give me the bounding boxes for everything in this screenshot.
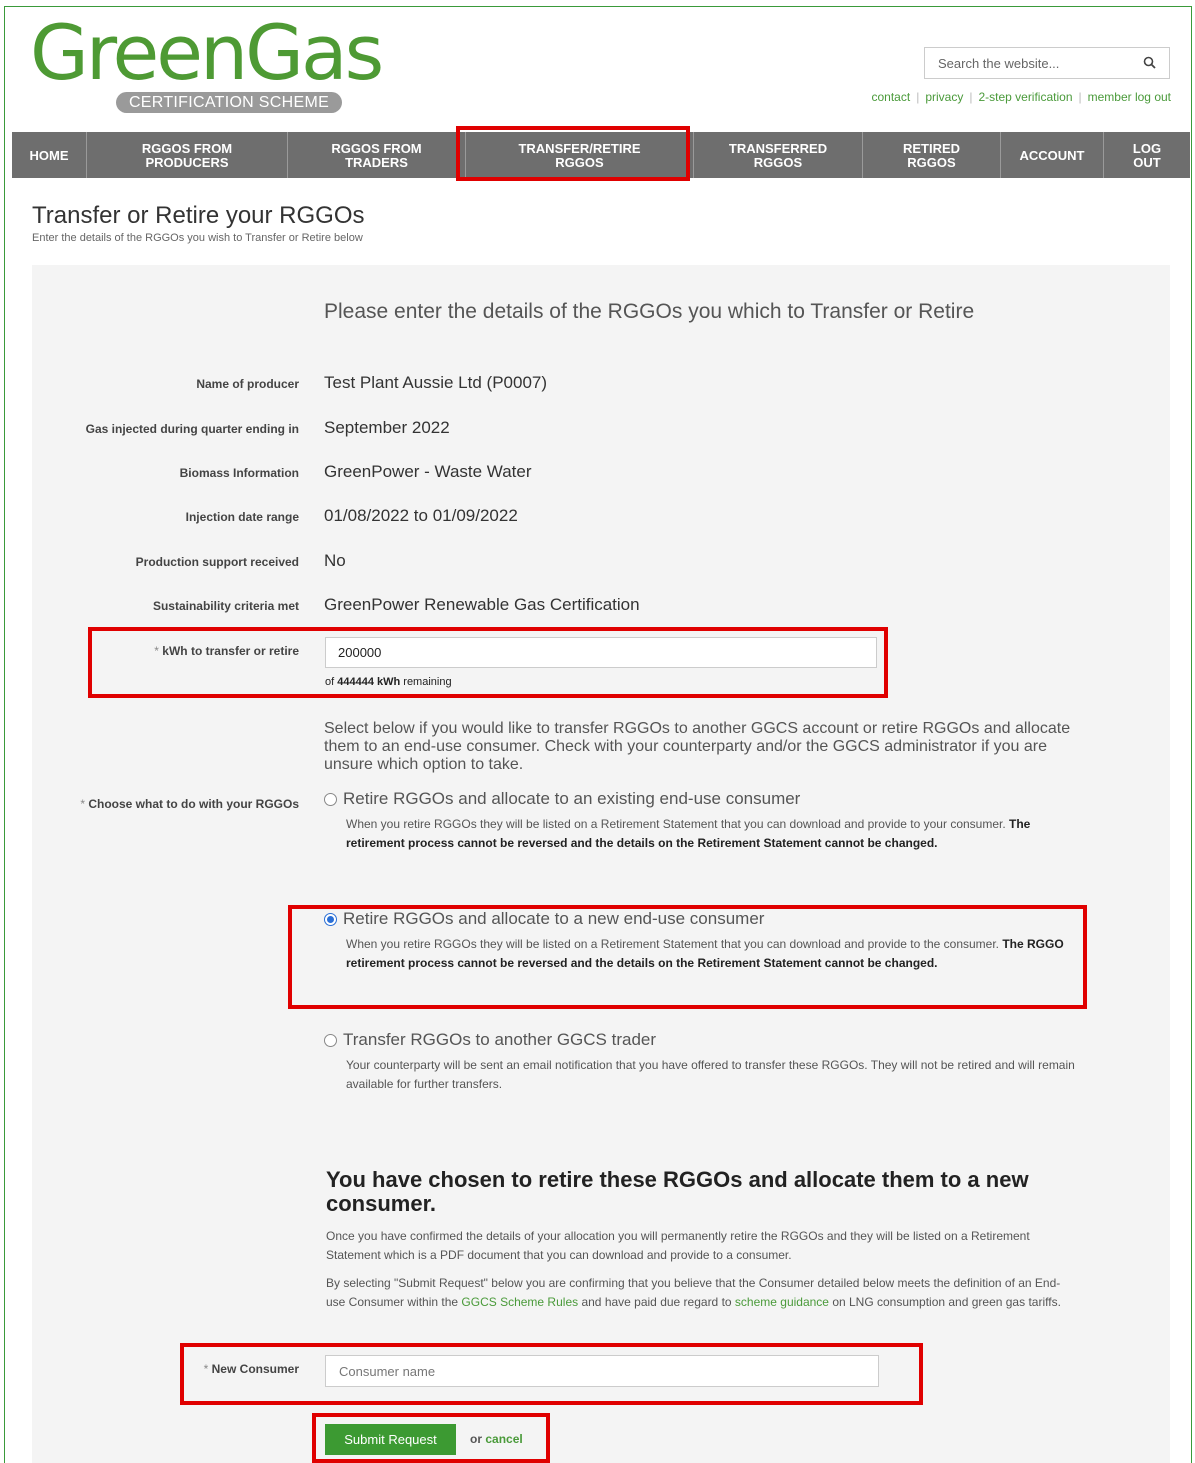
field-value: 01/08/2022 to 01/09/2022 — [324, 506, 518, 525]
field-value: Test Plant Aussie Ltd (P0007) — [324, 373, 548, 392]
page-subtitle: Enter the details of the RGGOs you wish … — [32, 232, 363, 244]
field-label: Name of producer — [196, 377, 299, 391]
logo-subtitle: CERTIFICATION SCHEME — [116, 92, 342, 113]
kwh-input[interactable] — [325, 637, 877, 668]
privacy-link[interactable]: privacy — [925, 90, 963, 104]
nav-rggos-from-traders[interactable]: RGGOS FROM TRADERS — [288, 132, 466, 178]
para-text: and have paid due regard to — [578, 1295, 735, 1309]
choose-label-text: Choose what to do with your RGGOs — [88, 797, 299, 811]
nav-label: RGGOS FROM TRADERS — [331, 141, 422, 170]
field-label: Injection date range — [185, 510, 299, 524]
cancel-area: or cancel — [470, 1432, 523, 1446]
search-box — [924, 47, 1170, 79]
option-title: Retire RGGOs and allocate to a new end-u… — [343, 909, 765, 928]
form-intro: Please enter the details of the RGGOs yo… — [324, 300, 975, 323]
field-label: Gas injected during quarter ending in — [85, 422, 299, 436]
contact-link[interactable]: contact — [871, 90, 910, 104]
nav-home[interactable]: HOME — [12, 132, 87, 178]
option-title: Transfer RGGOs to another GGCS trader — [343, 1030, 657, 1049]
kwh-remaining: of 444444 kWh remaining — [325, 676, 452, 688]
member-logout-link[interactable]: member log out — [1088, 90, 1171, 104]
nav-label: HOME — [29, 148, 69, 163]
select-instructions: Select below if you would like to transf… — [324, 720, 1071, 773]
separator: | — [1078, 90, 1082, 104]
para-text: on LNG consumption and green gas tariffs… — [828, 1295, 1061, 1309]
remaining-suffix: remaining — [400, 676, 452, 688]
field-value: GreenPower - Waste Water — [324, 462, 532, 481]
option-row[interactable]: Retire RGGOs and allocate to a new end-u… — [324, 909, 1074, 929]
submit-confirmation-info: By selecting "Submit Request" below you … — [326, 1274, 1076, 1312]
field-label: Biomass Information — [179, 466, 299, 480]
nav-label: LOG OUT — [1132, 141, 1162, 170]
nav-account[interactable]: ACCOUNT — [1001, 132, 1104, 178]
field-label: Production support received — [135, 555, 299, 569]
chosen-heading: You have chosen to retire these RGGOs an… — [326, 1167, 1029, 1216]
option-retire-existing: Retire RGGOs and allocate to an existing… — [324, 789, 1074, 853]
scheme-guidance-link[interactable]: scheme guidance — [735, 1295, 829, 1309]
option-title: Retire RGGOs and allocate to an existing… — [343, 789, 801, 808]
field-label: Sustainability criteria met — [152, 599, 299, 613]
scheme-rules-link[interactable]: GGCS Scheme Rules — [461, 1295, 578, 1309]
option-row[interactable]: Transfer RGGOs to another GGCS trader — [324, 1030, 1074, 1050]
remaining-prefix: of — [325, 676, 338, 688]
option-description: Your counterparty will be sent an email … — [346, 1056, 1076, 1094]
greengas-logo[interactable]: GreenGas CERTIFICATION SCHEME — [30, 10, 430, 115]
kwh-label-text: kWh to transfer or retire — [162, 644, 299, 658]
new-consumer-label-text: New Consumer — [211, 1362, 299, 1376]
choose-label: * Choose what to do with your RGGOs — [80, 797, 299, 811]
remaining-amount: 444444 kWh — [337, 676, 401, 688]
option-row[interactable]: Retire RGGOs and allocate to an existing… — [324, 789, 1074, 809]
option-description: When you retire RGGOs they will be liste… — [346, 935, 1076, 973]
nav-retired-rggos[interactable]: RETIRED RGGOS — [863, 132, 1001, 178]
separator: | — [969, 90, 973, 104]
two-step-verification-link[interactable]: 2-step verification — [978, 90, 1072, 104]
utility-links: contact | privacy | 2-step verification | memb… — [871, 90, 1171, 104]
nav-logout[interactable]: LOG OUT — [1104, 132, 1190, 178]
field-value: No — [324, 551, 346, 570]
desc-text: When you retire RGGOs they will be liste… — [346, 817, 1010, 831]
required-mark: * — [203, 1362, 212, 1376]
nav-transferred-rggos[interactable]: TRANSFERRED RGGOS — [694, 132, 863, 178]
field-value: September 2022 — [324, 418, 450, 437]
option-transfer-trader: Transfer RGGOs to another GGCS trader Yo… — [324, 1030, 1076, 1094]
nav-rggos-from-producers[interactable]: RGGOS FROM PRODUCERS — [87, 132, 288, 178]
option-retire-new: Retire RGGOs and allocate to a new end-u… — [324, 909, 1074, 973]
or-text: or — [470, 1432, 486, 1446]
allocation-info: Once you have confirmed the details of y… — [326, 1229, 1030, 1262]
radio-transfer-trader[interactable] — [324, 1033, 337, 1047]
separator: | — [916, 90, 920, 104]
nav-transfer-retire-rggos[interactable]: TRANSFER/RETIRE RGGOS — [466, 132, 694, 178]
desc-text: When you retire RGGOs they will be liste… — [346, 937, 1003, 951]
nav-label: RETIRED RGGOS — [902, 141, 961, 170]
main-nav: HOME RGGOS FROM PRODUCERS RGGOS FROM TRA… — [12, 132, 1190, 178]
nav-label: TRANSFERRED RGGOS — [728, 141, 828, 170]
nav-label: ACCOUNT — [1019, 148, 1085, 163]
radio-retire-existing[interactable] — [324, 792, 337, 806]
consumer-name-input[interactable] — [325, 1355, 879, 1387]
page-title: Transfer or Retire your RGGOs — [32, 202, 365, 229]
new-consumer-label: * New Consumer — [204, 1362, 299, 1376]
radio-retire-new[interactable] — [324, 912, 337, 926]
desc-text: Your counterparty will be sent an email … — [346, 1058, 1075, 1091]
search-icon[interactable] — [1143, 56, 1157, 70]
kwh-label: * kWh to transfer or retire — [154, 644, 299, 658]
nav-label: RGGOS FROM PRODUCERS — [141, 141, 233, 170]
nav-label: TRANSFER/RETIRE RGGOS — [518, 141, 641, 170]
submit-request-button[interactable]: Submit Request — [325, 1424, 456, 1455]
cancel-link[interactable]: cancel — [485, 1432, 522, 1446]
field-value: GreenPower Renewable Gas Certification — [324, 595, 640, 614]
search-input[interactable] — [925, 48, 1125, 78]
option-description: When you retire RGGOs they will be liste… — [346, 815, 1076, 853]
logo-wordmark: GreenGas — [30, 8, 384, 97]
